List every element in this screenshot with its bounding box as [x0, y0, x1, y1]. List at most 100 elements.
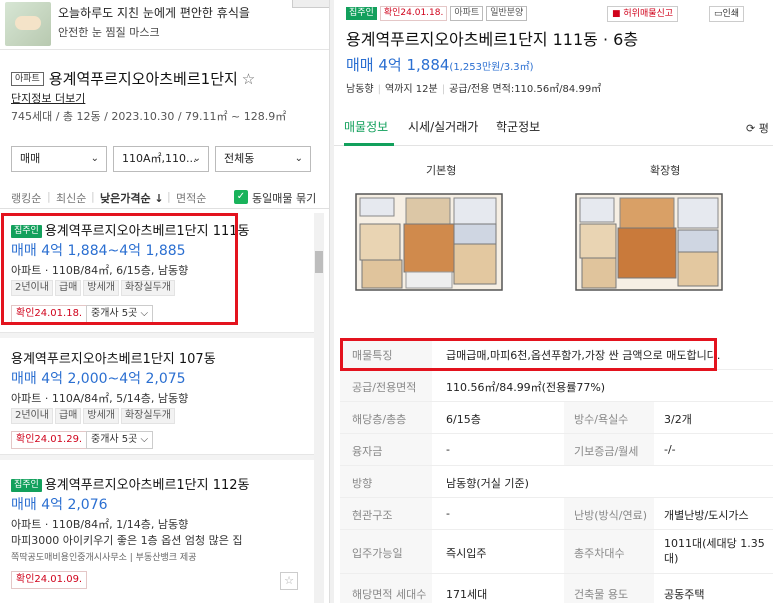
complex-summary: 745세대 / 총 12동 / 2023.10.30 / 79.11㎡ ~ 12…: [11, 110, 287, 123]
listing-spec: 아파트 · 110A/84㎡, 5/14층, 남동향: [11, 392, 189, 405]
row-loan: 융자금 - 기보증금/월세 -/-: [340, 434, 773, 466]
divider: [0, 208, 329, 209]
print-button[interactable]: ▭인쇄: [709, 6, 745, 22]
sort-low-price[interactable]: 낮은가격순 ↓: [100, 190, 164, 206]
floor-plan-basic[interactable]: [354, 184, 506, 296]
list-item[interactable]: 용계역푸르지오아츠베르1단지 107동 매매 4억 2,000~4억 2,075…: [0, 344, 318, 456]
chevron-down-icon: ⌄: [90, 153, 99, 164]
ad-image: [5, 2, 51, 46]
listing-title: 집주인 용계역푸르지오아츠베르1단지 112동: [11, 474, 250, 493]
area-value: 110.56㎡/84.99㎡(전용률77%): [446, 381, 606, 394]
sort-latest[interactable]: 최신순: [56, 190, 86, 206]
list-divider: [0, 454, 318, 460]
owner-badge: 집주인: [11, 479, 42, 492]
tab-school-info[interactable]: 학군정보: [496, 118, 540, 135]
dong-select[interactable]: 전체동 ⌄: [215, 146, 311, 172]
tag: 화장실두개: [120, 408, 175, 424]
entrance-value: -: [446, 507, 450, 520]
report-label: 허위매물신고: [623, 9, 674, 19]
same-listing-label[interactable]: 동일매물 묶기: [252, 190, 316, 206]
deposit-value: -/-: [664, 443, 676, 456]
entrance-label: 현관구조: [352, 509, 393, 522]
listing-title: 용계역푸르지오아츠베르1단지 107동: [11, 352, 216, 367]
row-move-in: 입주가능일 즉시입주 총주차대수 1011대(세대당 1.35대): [340, 530, 773, 574]
floor-plan-extended[interactable]: [574, 184, 726, 296]
deal-type-select[interactable]: 매매 ⌄: [11, 146, 107, 172]
detail-price: 매매 4억 1,884(1,253만원/3.3㎡): [346, 54, 534, 75]
plan-extended-label: 확장형: [650, 164, 681, 177]
chevron-down-icon: ⌄: [294, 153, 303, 164]
rooms-value: 3/2개: [664, 413, 692, 426]
listing-source: 쪽딱공도매비용인중개시사무소 | 부동산뱅크 제공: [11, 553, 197, 563]
direction-label: 방향: [352, 477, 373, 490]
complex-title: 아파트 용계역푸르지오아츠베르1단지 ☆: [11, 68, 255, 89]
floor-label: 해당층/총층: [352, 413, 407, 426]
row-floor: 해당층/총층 6/15층 방수/욕실수 3/2개: [340, 402, 773, 434]
row-households: 해당면적 세대수 171세대 건축물 용도 공동주택: [340, 574, 773, 603]
scrollbar[interactable]: [314, 213, 324, 603]
detail-title: 용계역푸르지오아츠베르1단지 111동 · 6층: [346, 30, 639, 49]
sale-type-tag: 일반분양: [486, 6, 528, 21]
sort-divider: |: [167, 190, 171, 203]
row-area: 공급/전용면적 110.56㎡/84.99㎡(전용률77%): [340, 370, 773, 402]
listing-price: 매매 4억 2,076: [11, 497, 108, 513]
checkbox-check-icon[interactable]: ✓: [234, 190, 248, 204]
agents-count: 중개사 5곳: [91, 434, 138, 445]
favorite-star-icon[interactable]: ☆: [280, 572, 298, 590]
loan-label: 융자금: [352, 445, 383, 458]
list-divider: [0, 332, 318, 338]
building-use-label: 건축물 용도: [574, 588, 629, 601]
heating-label: 난방(방식/연료): [574, 509, 648, 522]
sort-ranking[interactable]: 랭킹순: [11, 190, 41, 206]
dong-value: 전체동: [224, 152, 255, 165]
highlight-box: [340, 338, 717, 371]
detail-tabs: 매물정보 시세/실거래가 학군정보 ⟳ 평: [334, 108, 773, 146]
detail-area: 공급/전용 면적:110.56㎡/84.99㎡: [449, 84, 602, 95]
chevron-down-icon: ⌄: [192, 153, 201, 164]
property-type-tag: 아파트: [450, 6, 484, 21]
listing-price: 매매 4억 2,000~4억 2,075: [11, 371, 186, 387]
listing-spec: 아파트 · 110B/84㎡, 1/14층, 남동향: [11, 518, 189, 531]
deposit-label: 기보증금/월세: [574, 445, 639, 458]
property-type-tag: 아파트: [11, 72, 44, 86]
report-button[interactable]: ■ 허위매물신고: [607, 6, 679, 22]
plan-basic-label: 기본형: [426, 164, 457, 177]
complex-header: 아파트 용계역푸르지오아츠베르1단지 ☆ 단지정보 더보기 745세대 / 총 12…: [0, 50, 329, 130]
confirm-date: 확인24.01.18.: [379, 6, 448, 21]
print-icon: ▭: [714, 9, 723, 19]
scrollbar-thumb[interactable]: [315, 251, 323, 273]
listing-tags: 2년이내 급매 방세개 화장실두개: [11, 408, 177, 424]
area-unit-toggle[interactable]: ⟳ 평: [746, 120, 769, 136]
tab-listing-info[interactable]: 매물정보: [344, 118, 388, 135]
confirm-date: 확인24.01.29.: [11, 431, 88, 449]
owner-badge: 집주인: [346, 7, 377, 20]
complex-info-link[interactable]: 단지정보 더보기: [11, 90, 85, 106]
ad-banner[interactable]: 오늘하루도 지친 눈에게 편안한 휴식을 안전한 눈 찜질 마스크: [0, 0, 329, 50]
tag: 방세개: [83, 408, 119, 424]
filter-bar: 매매 ⌄ 110A㎡,110... ⌄ 전체동 ⌄: [0, 142, 329, 176]
favorite-star-icon[interactable]: ☆: [242, 70, 255, 88]
highlight-box: [1, 213, 238, 325]
chevron-down-icon: ⌵: [140, 434, 149, 445]
deal-type-value: 매매: [20, 152, 41, 165]
agents-dropdown[interactable]: 중개사 5곳 ⌵: [86, 431, 154, 449]
rooms-label: 방수/욕실수: [574, 413, 629, 426]
area-value: 110A㎡,110...: [122, 152, 197, 165]
sort-divider: |: [47, 190, 51, 203]
sort-bar: 랭킹순 | 최신순 | 낮은가격순 ↓ | 면적순 ✓ 동일매물 묶기: [0, 186, 329, 208]
ad-headline: 오늘하루도 지친 눈에게 편안한 휴식을: [58, 6, 250, 20]
ad-close-icon[interactable]: [292, 0, 329, 8]
loan-value: -: [446, 443, 450, 456]
detail-price-per-area: (1,253만원/3.3㎡): [449, 62, 534, 73]
listing-description: 마피3000 아이키우기 좋은 1층 옵션 엄청 많은 집: [11, 534, 243, 547]
detail-price-value: 매매 4억 1,884: [346, 56, 450, 74]
move-in-value: 즉시입주: [446, 547, 487, 560]
detail-meta: 남동향 | 역까지 12분 | 공급/전용 면적:110.56㎡/84.99㎡: [346, 84, 602, 95]
list-item[interactable]: 집주인 용계역푸르지오아츠베르1단지 112동 매매 4억 2,076 아파트 ·…: [0, 470, 318, 600]
sort-area[interactable]: 면적순: [176, 190, 206, 206]
row-direction: 방향 남동향(거실 기준): [340, 466, 773, 498]
detail-tags: 집주인 확인24.01.18. 아파트 일반분양: [346, 5, 530, 21]
area-select[interactable]: 110A㎡,110... ⌄: [113, 146, 209, 172]
tab-price-history[interactable]: 시세/실거래가: [408, 118, 478, 135]
heating-value: 개별난방/도시가스: [664, 509, 749, 522]
